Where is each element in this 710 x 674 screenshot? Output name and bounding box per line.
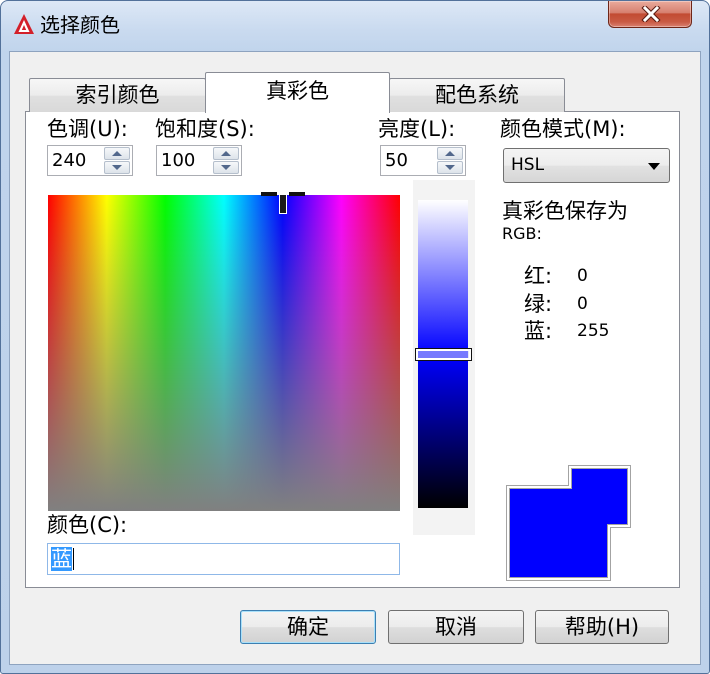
title-bar[interactable]: 选择颜色: [1, 1, 601, 49]
spin-up-icon: [112, 151, 122, 156]
select-color-dialog: 选择颜色 索引颜色 真彩色 配色系统 色调(U): 饱和度(S): 亮度(L):…: [0, 0, 710, 674]
spin-up-icon: [445, 151, 455, 156]
saturation-spinner[interactable]: 100: [156, 145, 242, 176]
hue-spin-buttons: [104, 147, 130, 174]
tab-index-color[interactable]: 索引颜色: [29, 78, 206, 112]
luminance-spin-buttons: [437, 147, 463, 174]
color-model-dropdown[interactable]: HSL: [503, 148, 670, 183]
color-name-label: 颜色(C):: [47, 513, 128, 537]
spin-down-icon: [221, 165, 231, 170]
new-color-swatch: [508, 487, 609, 579]
color-name-selected-text[interactable]: 蓝: [51, 547, 72, 571]
red-label: 红:: [524, 264, 553, 288]
hue-value[interactable]: 240: [52, 146, 86, 175]
spin-down-icon: [445, 165, 455, 170]
green-value: 0: [577, 294, 588, 314]
window-title: 选择颜色: [40, 13, 120, 37]
text-caret: [73, 548, 74, 570]
luminance-spinner[interactable]: 50: [380, 145, 466, 176]
spin-up-icon: [221, 151, 231, 156]
hue-spin-down-button[interactable]: [104, 161, 130, 174]
saturation-spin-up-button[interactable]: [213, 147, 239, 160]
cancel-button[interactable]: 取消: [388, 610, 524, 644]
color-preview: [506, 465, 631, 581]
hue-spin-up-button[interactable]: [104, 147, 130, 160]
stored-as-label: 真彩色保存为: [502, 199, 628, 223]
luminance-value[interactable]: 50: [385, 146, 408, 175]
luminance-spin-down-button[interactable]: [437, 161, 463, 174]
luminance-slider[interactable]: [413, 180, 475, 535]
blue-value: 255: [577, 321, 610, 341]
saturation-spin-down-button[interactable]: [213, 161, 239, 174]
hue-saturation-spectrum[interactable]: [48, 192, 400, 511]
autocad-logo-icon: [13, 13, 35, 35]
saturation-value[interactable]: 100: [161, 146, 195, 175]
tab-true-color[interactable]: 真彩色: [205, 72, 390, 113]
stored-as-format: RGB:: [502, 224, 542, 243]
blue-label: 蓝:: [524, 319, 553, 343]
luminance-label: 亮度(L):: [378, 117, 456, 141]
green-label: 绿:: [524, 292, 553, 316]
ok-button[interactable]: 确定: [240, 610, 376, 644]
hue-label: 色调(U):: [47, 117, 128, 141]
hue-spinner[interactable]: 240: [47, 145, 133, 176]
tab-color-books[interactable]: 配色系统: [389, 78, 565, 112]
color-model-label: 颜色模式(M):: [500, 117, 626, 141]
color-name-input[interactable]: 蓝: [47, 543, 400, 575]
luminance-spin-up-button[interactable]: [437, 147, 463, 160]
saturation-label: 饱和度(S):: [155, 117, 255, 141]
close-button[interactable]: [608, 1, 692, 28]
saturation-spin-buttons: [213, 147, 239, 174]
help-button[interactable]: 帮助(H): [535, 610, 669, 644]
crosshair-marker-icon[interactable]: [260, 192, 305, 216]
luminance-slider-handle[interactable]: [415, 347, 472, 361]
close-icon: [641, 6, 661, 22]
dropdown-arrow-icon: [648, 163, 660, 170]
red-value: 0: [577, 266, 588, 286]
spin-down-icon: [112, 165, 122, 170]
color-model-selected: HSL: [511, 155, 545, 175]
